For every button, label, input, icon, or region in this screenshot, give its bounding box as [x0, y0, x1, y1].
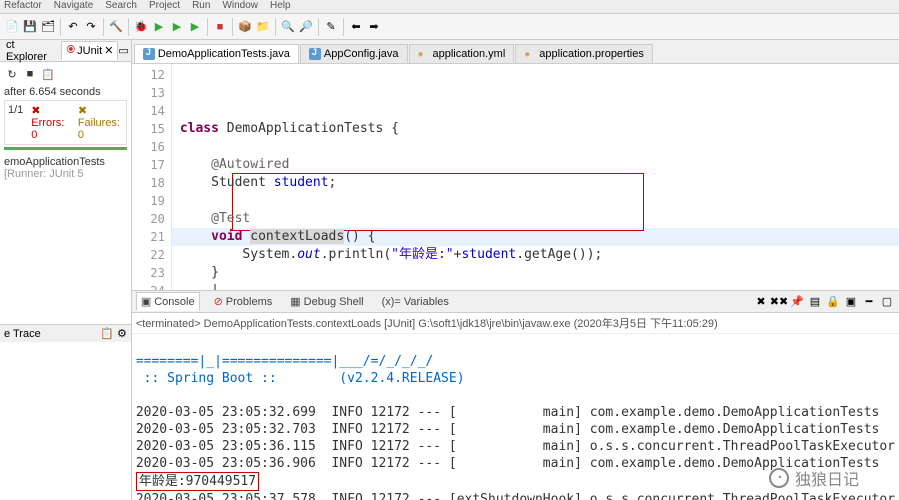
left-panel: ct Explorer 🞊JUnit ✕ ▭ ↻ ■ 📋 after 6.654… — [0, 40, 132, 500]
display-console-icon[interactable]: ▤ — [807, 294, 823, 310]
project-explorer-tab[interactable]: ct Explorer — [2, 37, 61, 65]
test-tree-node[interactable]: emoApplicationTests [Runner: JUnit 5 — [4, 156, 127, 180]
java-file-icon — [143, 48, 155, 60]
new-icon[interactable]: 📄 — [4, 19, 20, 35]
failures-count: ✖ Failures: 0 — [78, 104, 123, 141]
remove-all-icon[interactable]: ✖✖ — [771, 294, 787, 310]
menu-item[interactable]: Search — [105, 0, 137, 13]
runs-count: 1/1 — [8, 104, 23, 141]
back-icon[interactable]: ⬅ — [348, 19, 364, 35]
variables-icon: (x)= — [382, 296, 401, 308]
java-file-icon — [309, 48, 321, 60]
search-icon[interactable]: 🔎 — [298, 19, 314, 35]
menu-bar: Refactor Navigate Search Project Run Win… — [0, 0, 899, 14]
save-all-icon[interactable]: 🗂 — [40, 19, 56, 35]
run-last-icon[interactable]: ▶ — [169, 19, 185, 35]
problems-icon: ⊘ — [214, 295, 223, 308]
menu-item[interactable]: Help — [270, 0, 291, 13]
forward-icon[interactable]: ➡ — [366, 19, 382, 35]
build-icon[interactable]: 🔨 — [108, 19, 124, 35]
main-toolbar: 📄 💾 🗂 ↶ ↷ 🔨 🐞 ▶ ▶ ▶ ■ 📦 📁 🔍 🔎 ✎ ⬅ ➡ — [0, 14, 899, 40]
properties-file-icon — [524, 48, 536, 60]
menu-item[interactable]: Window — [222, 0, 258, 13]
history-icon[interactable]: 📋 — [40, 66, 56, 82]
undo-icon[interactable]: ↶ — [65, 19, 81, 35]
scroll-lock-icon[interactable]: 🔒 — [825, 294, 841, 310]
toggle-mark-icon[interactable]: ✎ — [323, 19, 339, 35]
clear-console-icon[interactable]: ✖ — [753, 294, 769, 310]
debug-shell-icon: ▦ — [290, 295, 300, 308]
watermark: ◔ 独狼日记 — [769, 466, 859, 490]
debug-shell-tab[interactable]: ▦Debug Shell — [286, 293, 367, 310]
editor-tab-appconfig[interactable]: AppConfig.java — [300, 44, 408, 63]
save-icon[interactable]: 💾 — [22, 19, 38, 35]
editor-tab-properties[interactable]: application.properties — [515, 44, 653, 63]
progress-bar — [4, 147, 127, 150]
redo-icon[interactable]: ↷ — [83, 19, 99, 35]
junit-tab[interactable]: 🞊JUnit ✕ — [61, 41, 118, 60]
debug-icon[interactable]: 🐞 — [133, 19, 149, 35]
output-highlight: 年龄是:970449517 — [136, 472, 259, 491]
show-console-icon[interactable]: ▣ — [843, 294, 859, 310]
finished-label: after 6.654 seconds — [4, 86, 127, 98]
menu-item[interactable]: Run — [192, 0, 210, 13]
variables-tab[interactable]: (x)=Variables — [378, 294, 453, 310]
editor-tabs: DemoApplicationTests.java AppConfig.java… — [132, 40, 899, 64]
compare-icon[interactable]: 📋 — [100, 328, 114, 340]
failure-trace-label: e Trace — [4, 328, 41, 340]
filter-icon[interactable]: ⚙ — [117, 328, 127, 340]
minimize-icon[interactable]: ▭ — [118, 44, 128, 57]
menu-item[interactable]: Navigate — [54, 0, 93, 13]
rerun-icon[interactable]: ↻ — [4, 66, 20, 82]
coverage-icon[interactable]: ▶ — [187, 19, 203, 35]
problems-tab[interactable]: ⊘Problems — [210, 293, 277, 310]
errors-count: ✖ Errors: 0 — [31, 104, 70, 141]
console-tab[interactable]: ▣Console — [136, 292, 200, 311]
minimize-panel-icon[interactable]: ━ — [861, 294, 877, 310]
menu-item[interactable]: Project — [149, 0, 180, 13]
line-gutter: 12131415161718192021222324 — [132, 64, 172, 290]
stop-test-icon[interactable]: ■ — [22, 66, 38, 82]
stop-icon[interactable]: ■ — [212, 19, 228, 35]
open-type-icon[interactable]: 🔍 — [280, 19, 296, 35]
menu-item[interactable]: Refactor — [4, 0, 42, 13]
close-icon[interactable]: ✕ — [104, 44, 113, 57]
new-class-icon[interactable]: 📦 — [237, 19, 253, 35]
run-icon[interactable]: ▶ — [151, 19, 167, 35]
wechat-icon: ◔ — [769, 468, 789, 488]
terminated-label: <terminated> DemoApplicationTests.contex… — [132, 313, 899, 334]
new-package-icon[interactable]: 📁 — [255, 19, 271, 35]
pin-console-icon[interactable]: 📌 — [789, 294, 805, 310]
editor-tab-demo[interactable]: DemoApplicationTests.java — [134, 44, 299, 63]
editor-tab-yml[interactable]: application.yml — [409, 44, 515, 63]
yml-file-icon — [418, 48, 430, 60]
console-icon: ▣ — [141, 295, 151, 308]
maximize-panel-icon[interactable]: ▢ — [879, 294, 895, 310]
code-editor[interactable]: 12131415161718192021222324 class DemoApp… — [132, 64, 899, 290]
